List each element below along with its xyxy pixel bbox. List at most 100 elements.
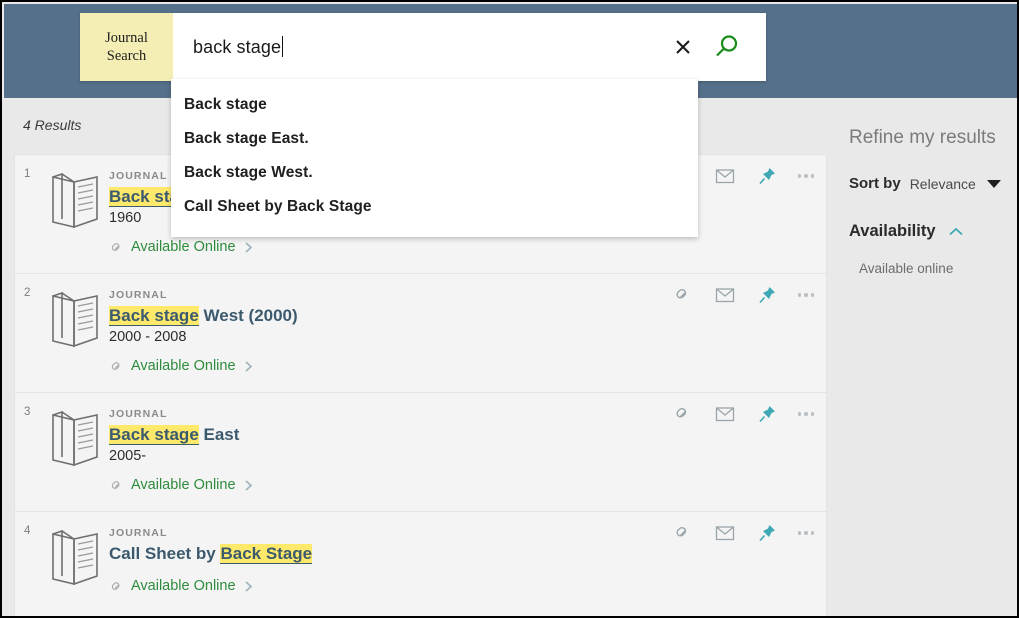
journal-book-icon <box>52 529 98 586</box>
dot <box>804 174 808 178</box>
dot <box>797 174 801 178</box>
link-icon <box>111 361 120 370</box>
available-online-link[interactable]: Available Online <box>109 239 826 255</box>
journal-book-icon <box>52 291 98 348</box>
available-online-link[interactable]: Available Online <box>109 578 826 594</box>
pin-icon <box>758 525 775 542</box>
email-button[interactable] <box>714 165 736 187</box>
availability-facet-header[interactable]: Availability <box>835 192 1017 241</box>
pin-icon <box>758 287 775 304</box>
result-index: 4 <box>24 525 31 537</box>
result-title-link[interactable]: Back stage West (2000) <box>109 304 298 327</box>
refine-results-panel: Refine my results Sort by Relevance Avai… <box>835 102 1017 614</box>
permalink-button[interactable] <box>672 522 694 544</box>
link-icon <box>675 526 686 537</box>
pin-button[interactable] <box>756 522 778 544</box>
email-button[interactable] <box>714 284 736 306</box>
row-action-bar <box>672 403 814 425</box>
book-icon-wrap <box>41 403 109 503</box>
journal-book-icon <box>52 172 98 229</box>
result-index: 1 <box>24 168 31 180</box>
journal-search-badge[interactable]: Journal Search <box>80 13 173 81</box>
chevron-right-icon <box>244 360 252 372</box>
table-row[interactable]: 4 JOURNAL Call Sheet by Back Stage Avail… <box>15 512 826 616</box>
link-icon <box>111 581 120 590</box>
results-count: 4 Results <box>23 117 82 133</box>
chevron-up-icon <box>948 227 963 235</box>
result-index: 3 <box>24 406 31 418</box>
result-title-link[interactable]: Back stage East <box>109 423 239 446</box>
title-rest: East <box>198 425 240 444</box>
suggestion-item[interactable]: Back stage East. <box>171 122 698 156</box>
search-bar: Journal Search back stage <box>80 13 766 81</box>
link-icon <box>675 407 686 418</box>
more-options-button[interactable] <box>797 412 814 416</box>
journal-search-app: Journal Search back stage Back stage Bac… <box>0 0 1019 618</box>
refine-panel-title: Refine my results <box>849 127 996 148</box>
pin-button[interactable] <box>756 284 778 306</box>
dot <box>797 531 801 535</box>
search-input[interactable]: back stage <box>193 36 664 58</box>
email-icon <box>715 288 734 303</box>
suggestion-item[interactable]: Back stage <box>171 88 698 122</box>
search-input-value: back stage <box>193 37 282 57</box>
book-icon-wrap <box>41 284 109 384</box>
email-icon <box>715 526 734 541</box>
dot <box>804 531 808 535</box>
email-button[interactable] <box>714 403 736 425</box>
table-row[interactable]: 3 JOURNAL Back stage East 2005- Availabl… <box>15 393 826 512</box>
title-rest: West (2000) <box>198 306 298 325</box>
available-online-text: Available Online <box>131 477 236 493</box>
available-online-text: Available Online <box>131 578 236 594</box>
pin-button[interactable] <box>756 403 778 425</box>
search-icon <box>716 35 738 57</box>
email-icon <box>715 169 734 184</box>
suggestion-item[interactable]: Call Sheet by Back Stage <box>171 190 698 224</box>
search-submit-button[interactable] <box>702 25 752 69</box>
pin-button[interactable] <box>756 165 778 187</box>
email-icon <box>715 407 734 422</box>
text-cursor <box>282 36 284 57</box>
available-online-link[interactable]: Available Online <box>109 358 826 374</box>
journal-book-icon <box>52 410 98 467</box>
availability-option-available-online[interactable]: Available online <box>835 241 1017 276</box>
link-icon <box>675 288 686 299</box>
chevron-right-icon <box>244 479 252 491</box>
more-options-button[interactable] <box>797 293 814 297</box>
sort-by-label: Sort by <box>849 175 901 192</box>
title-prefix: Call Sheet by <box>109 544 221 563</box>
pin-icon <box>758 168 775 185</box>
dot <box>804 412 808 416</box>
sort-by-dropdown[interactable]: Sort by Relevance <box>835 149 1017 192</box>
result-title-link[interactable]: Call Sheet by Back Stage <box>109 542 313 565</box>
available-online-link[interactable]: Available Online <box>109 477 826 493</box>
suggestion-item[interactable]: Back stage West. <box>171 156 698 190</box>
title-highlight: Back Stage <box>220 544 313 564</box>
link-icon <box>111 480 120 489</box>
permalink-button[interactable] <box>672 284 694 306</box>
dot <box>804 293 808 297</box>
badge-line-1: Journal <box>105 30 148 46</box>
dot <box>810 412 814 416</box>
availability-facet-title: Availability <box>849 222 936 240</box>
book-icon-wrap <box>41 165 109 265</box>
title-highlight: Back stage <box>109 306 199 326</box>
title-highlight: Back stage <box>109 425 199 445</box>
more-options-button[interactable] <box>797 531 814 535</box>
result-date: 2005- <box>109 448 147 464</box>
dot <box>810 174 814 178</box>
clear-search-button[interactable] <box>664 25 702 69</box>
link-icon <box>111 242 120 251</box>
dot <box>797 293 801 297</box>
table-row[interactable]: 2 JOURNAL Back stage West (2000) 2000 - … <box>15 274 826 393</box>
pin-icon <box>758 406 775 423</box>
sort-by-value: Relevance <box>909 175 976 192</box>
permalink-button[interactable] <box>672 403 694 425</box>
email-button[interactable] <box>714 522 736 544</box>
close-icon <box>676 40 690 54</box>
search-input-area[interactable]: back stage <box>173 13 766 81</box>
chevron-right-icon <box>244 241 252 253</box>
dot <box>810 293 814 297</box>
available-online-text: Available Online <box>131 239 236 255</box>
more-options-button[interactable] <box>797 174 814 178</box>
